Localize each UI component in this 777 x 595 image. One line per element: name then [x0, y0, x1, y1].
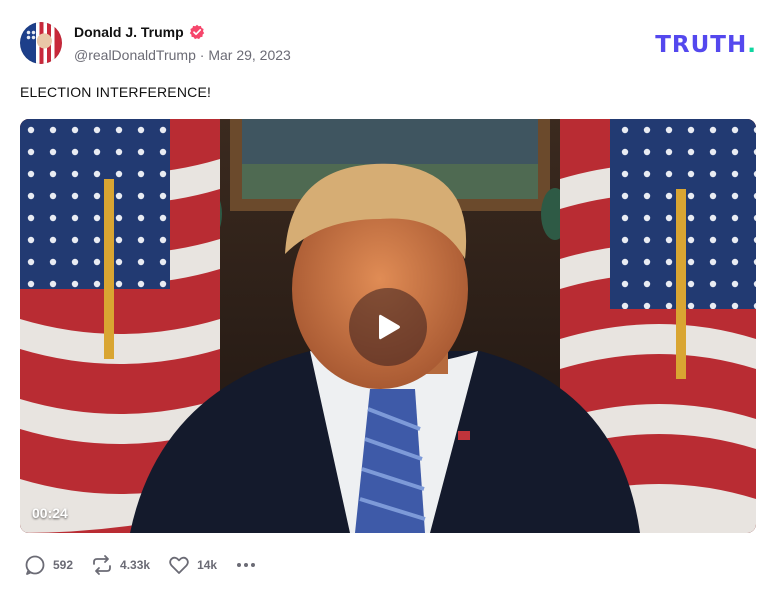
- like-count: 14k: [197, 558, 218, 572]
- author-handle[interactable]: @realDonaldTrump: [74, 47, 196, 63]
- more-options-button[interactable]: [235, 554, 257, 576]
- truth-logo[interactable]: TRUTH.: [655, 32, 757, 58]
- reply-icon: [25, 555, 45, 575]
- logo-dot: .: [747, 32, 757, 58]
- like-button[interactable]: 14k: [168, 554, 217, 576]
- post-header: Donald J. Trump @realDonaldTrump · Mar 2…: [20, 20, 757, 66]
- reply-button[interactable]: 592: [24, 554, 73, 576]
- retruth-count: 4.33k: [120, 558, 151, 572]
- action-bar: 592 4.33k 14k: [24, 553, 275, 577]
- verified-badge-icon: [189, 24, 204, 40]
- heart-icon: [169, 556, 189, 574]
- post-date[interactable]: Mar 29, 2023: [208, 47, 291, 63]
- author-meta: @realDonaldTrump · Mar 29, 2023: [74, 47, 291, 63]
- video-player[interactable]: 00:24: [20, 119, 756, 533]
- retruth-button[interactable]: 4.33k: [91, 554, 150, 576]
- author-name-row[interactable]: Donald J. Trump: [74, 24, 205, 40]
- play-icon: [379, 314, 400, 340]
- avatar[interactable]: [20, 22, 62, 64]
- retruth-icon: [93, 555, 111, 575]
- meta-separator: ·: [199, 47, 205, 63]
- logo-text: TRUTH: [655, 32, 748, 58]
- author-display-name[interactable]: Donald J. Trump: [74, 24, 184, 40]
- play-button[interactable]: [349, 288, 427, 366]
- post-text: ELECTION INTERFERENCE!: [20, 84, 212, 100]
- reply-count: 592: [53, 558, 74, 572]
- video-duration: 00:24: [32, 505, 68, 521]
- more-icon: [237, 563, 256, 567]
